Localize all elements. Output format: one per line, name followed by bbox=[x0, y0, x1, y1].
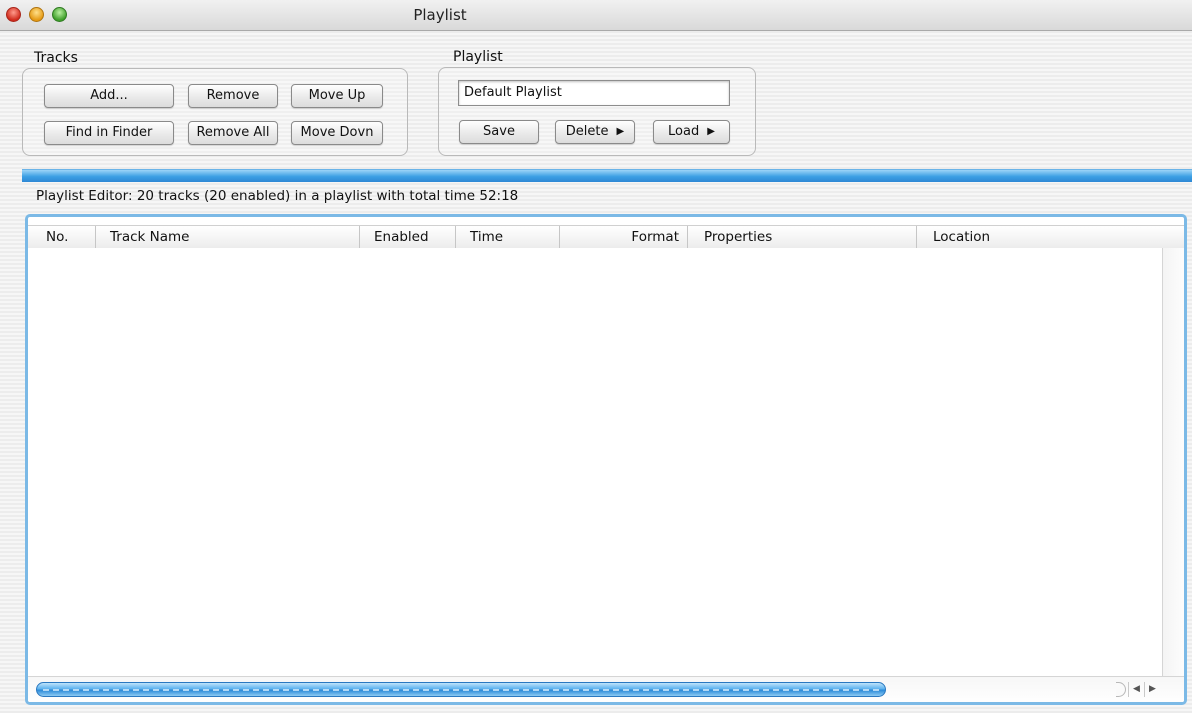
delete-button[interactable]: Delete ▶ bbox=[555, 120, 635, 144]
remove-button[interactable]: Remove bbox=[188, 84, 278, 108]
playlist-name-field[interactable]: Default Playlist bbox=[458, 80, 730, 106]
menu-arrow-icon: ▶ bbox=[616, 126, 625, 137]
move-up-button[interactable]: Move Up bbox=[291, 84, 383, 108]
column-header-time[interactable]: Time bbox=[456, 226, 560, 248]
horizontal-scrollbar[interactable]: ◀ ▶ bbox=[28, 676, 1184, 702]
find-in-finder-button[interactable]: Find in Finder bbox=[44, 121, 174, 145]
playlist-window: Playlist Tracks Add... Remove Move Up Fi… bbox=[0, 0, 1192, 713]
column-header-properties[interactable]: Properties bbox=[688, 226, 917, 248]
column-header-location[interactable]: Location bbox=[917, 226, 1184, 248]
horizontal-scroll-thumb[interactable] bbox=[36, 682, 886, 697]
playlist-group-label: Playlist bbox=[453, 49, 503, 65]
scroll-right-arrow-icon[interactable]: ▶ bbox=[1144, 682, 1160, 697]
add-button[interactable]: Add... bbox=[44, 84, 174, 108]
save-button[interactable]: Save bbox=[459, 120, 539, 144]
column-header-no[interactable]: No. bbox=[28, 226, 96, 248]
load-button-label: Load bbox=[668, 124, 700, 139]
table-body[interactable] bbox=[28, 248, 1162, 676]
menu-arrow-icon: ▶ bbox=[707, 126, 715, 137]
tracks-group-label: Tracks bbox=[34, 50, 78, 66]
column-header-format[interactable]: Format bbox=[560, 226, 688, 248]
tracks-table: No. Track Name Enabled Time Format Prope… bbox=[25, 214, 1187, 705]
scroll-track-end bbox=[1116, 682, 1126, 697]
playlist-editor-status: Playlist Editor: 20 tracks (20 enabled) … bbox=[36, 188, 519, 204]
scroll-left-arrow-icon[interactable]: ◀ bbox=[1128, 682, 1144, 697]
column-header-enabled[interactable]: Enabled bbox=[360, 226, 456, 248]
delete-button-label: Delete bbox=[565, 124, 609, 139]
table-header: No. Track Name Enabled Time Format Prope… bbox=[28, 225, 1184, 249]
column-header-track-name[interactable]: Track Name bbox=[96, 226, 360, 248]
window-title: Playlist bbox=[413, 6, 467, 24]
remove-all-button[interactable]: Remove All bbox=[188, 121, 278, 145]
vertical-scrollbar[interactable] bbox=[1162, 248, 1184, 676]
load-button[interactable]: Load ▶ bbox=[653, 120, 730, 144]
move-down-button[interactable]: Move Dovn bbox=[291, 121, 383, 145]
blue-divider-bar bbox=[22, 169, 1192, 182]
title-bar[interactable]: Playlist bbox=[0, 0, 1192, 31]
